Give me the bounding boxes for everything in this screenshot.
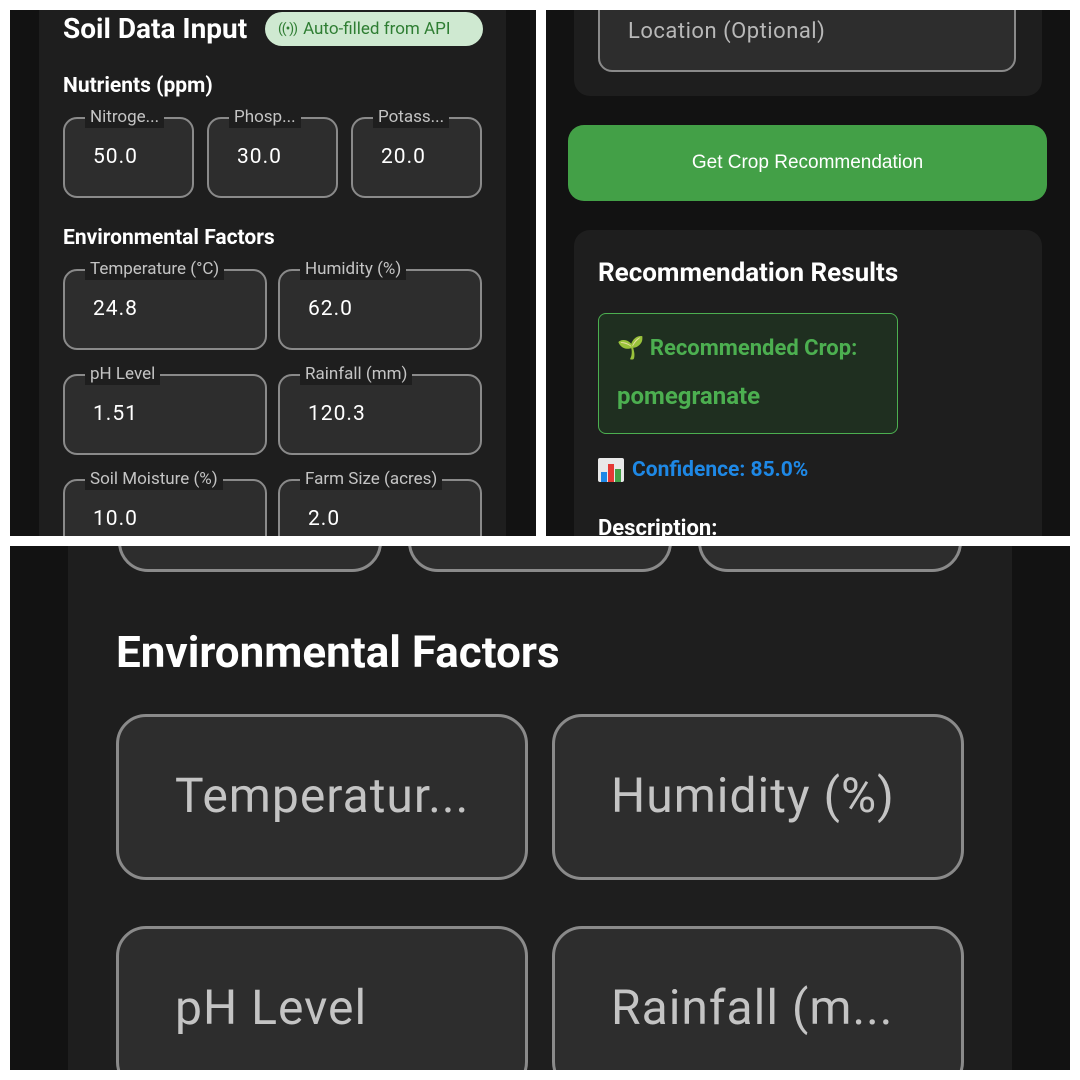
soil-moisture-label: Soil Moisture (%): [85, 468, 223, 490]
auto-filled-label: Auto-filled from API: [303, 19, 451, 39]
get-recommendation-button[interactable]: Get Crop Recommendation: [568, 125, 1047, 201]
auto-filled-badge: ((•)) Auto-filled from API: [265, 12, 483, 46]
seedling-icon: 🌱: [617, 336, 645, 361]
humidity-value: 62.0: [308, 297, 353, 321]
humidity-label: Humidity (%): [300, 258, 407, 280]
recommended-crop-heading: 🌱 Recommended Crop:: [617, 336, 857, 361]
partial-field-middle[interactable]: [408, 546, 672, 572]
rainfall-label: Rainfall (mm): [300, 363, 413, 385]
temperature-label: Temperature (°C): [85, 258, 225, 280]
nutrients-heading: Nutrients (ppm): [63, 74, 213, 98]
recommended-crop-label: Recommended Crop:: [649, 336, 858, 361]
nitrogen-label: Nitroge...: [85, 106, 165, 128]
phosphorus-value: 30.0: [237, 145, 282, 169]
potassium-label: Potass...: [373, 106, 450, 128]
phosphorus-field[interactable]: Phosp... 30.0: [207, 106, 338, 198]
recommended-crop-box: 🌱 Recommended Crop: pomegranate: [598, 313, 898, 434]
zoomed-environment-panel: Environmental Factors Temperatur... Humi…: [10, 546, 1070, 1070]
zoomed-rainfall-field[interactable]: Rainfall (m...: [552, 926, 964, 1070]
partial-field-right[interactable]: [698, 546, 962, 572]
location-placeholder: Location (Optional): [628, 19, 826, 44]
rainfall-value: 120.3: [308, 402, 366, 426]
confidence-row: Confidence: 85.0%: [598, 458, 808, 482]
potassium-field[interactable]: Potass... 20.0: [351, 106, 482, 198]
farm-size-value: 2.0: [308, 507, 341, 531]
zoomed-temperature-label: Temperatur...: [175, 767, 470, 824]
ph-value: 1.51: [93, 402, 138, 426]
soil-input-title: Soil Data Input: [63, 12, 248, 45]
partial-field-left[interactable]: [118, 546, 382, 572]
zoomed-rainfall-label: Rainfall (m...: [611, 979, 894, 1036]
phosphorus-label: Phosp...: [229, 106, 301, 128]
recommendation-panel: Location (Optional) Get Crop Recommendat…: [546, 10, 1070, 536]
recommended-crop-value: pomegranate: [617, 382, 761, 410]
results-title: Recommendation Results: [598, 258, 899, 288]
zoomed-ph-field[interactable]: pH Level: [116, 926, 528, 1070]
farm-size-label: Farm Size (acres): [300, 468, 443, 490]
broadcast-icon: ((•)): [278, 21, 298, 37]
description-heading: Description:: [598, 516, 718, 536]
temperature-value: 24.8: [93, 297, 138, 321]
farm-size-field[interactable]: Farm Size (acres) 2.0: [278, 468, 482, 536]
nitrogen-value: 50.0: [93, 145, 138, 169]
nitrogen-field[interactable]: Nitroge... 50.0: [63, 106, 194, 198]
zoomed-humidity-field[interactable]: Humidity (%): [552, 714, 964, 880]
zoomed-environmental-heading: Environmental Factors: [116, 626, 560, 678]
zoomed-ph-label: pH Level: [175, 979, 368, 1036]
environmental-heading: Environmental Factors: [63, 226, 275, 250]
confidence-text: Confidence: 85.0%: [632, 458, 809, 482]
temperature-field[interactable]: Temperature (°C) 24.8: [63, 258, 267, 350]
results-card: Recommendation Results 🌱 Recommended Cro…: [574, 230, 1042, 536]
bar-chart-icon: [598, 458, 624, 482]
soil-input-panel: Soil Data Input ((•)) Auto-filled from A…: [10, 10, 536, 536]
rainfall-field[interactable]: Rainfall (mm) 120.3: [278, 363, 482, 455]
soil-moisture-field[interactable]: Soil Moisture (%) 10.0: [63, 468, 267, 536]
ph-field[interactable]: pH Level 1.51: [63, 363, 267, 455]
zoomed-temperature-field[interactable]: Temperatur...: [116, 714, 528, 880]
location-field[interactable]: Location (Optional): [598, 10, 1016, 72]
potassium-value: 20.0: [381, 145, 426, 169]
soil-moisture-value: 10.0: [93, 507, 138, 531]
screenshot-collage: Soil Data Input ((•)) Auto-filled from A…: [0, 0, 1080, 1080]
humidity-field[interactable]: Humidity (%) 62.0: [278, 258, 482, 350]
zoomed-humidity-label: Humidity (%): [611, 767, 895, 824]
ph-label: pH Level: [85, 363, 161, 385]
